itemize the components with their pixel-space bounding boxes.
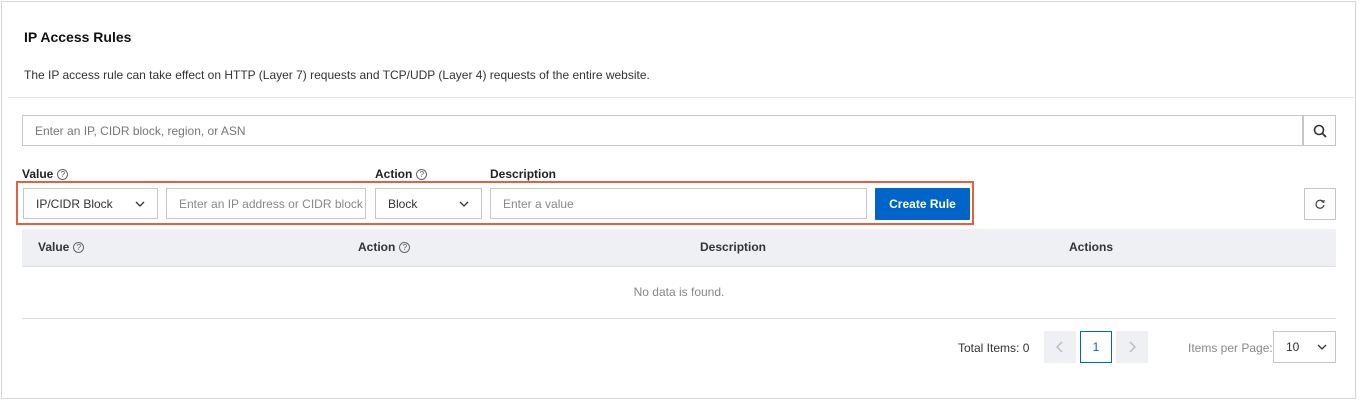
divider (8, 97, 1354, 98)
ip-address-input[interactable]: Enter an IP address or CIDR block (166, 188, 366, 219)
create-rule-button[interactable]: Create Rule (875, 188, 970, 220)
help-icon[interactable]: ? (399, 241, 411, 253)
help-icon[interactable]: ? (416, 168, 428, 180)
value-type-select[interactable]: IP/CIDR Block (23, 188, 158, 219)
chevron-down-icon (459, 201, 469, 207)
refresh-button[interactable] (1304, 188, 1336, 220)
chevron-down-icon (135, 201, 145, 207)
help-icon[interactable]: ? (73, 241, 85, 253)
description-label: Description (490, 167, 557, 181)
column-header-description: Description (700, 240, 767, 254)
description-input[interactable]: Enter a value (490, 188, 867, 219)
search-icon (1313, 124, 1327, 138)
empty-state: No data is found. (22, 266, 1336, 319)
search-button[interactable] (1303, 115, 1336, 146)
help-icon[interactable]: ? (57, 168, 69, 180)
next-page-button[interactable] (1116, 331, 1148, 363)
previous-page-button[interactable] (1044, 331, 1076, 363)
chevron-right-icon (1129, 341, 1136, 353)
refresh-icon (1315, 199, 1325, 209)
column-header-actions: Actions (1069, 240, 1114, 254)
page-title: IP Access Rules (24, 29, 132, 45)
search-placeholder: Enter an IP, CIDR block, region, or ASN (35, 123, 246, 138)
value-label: Value ? (22, 167, 69, 181)
items-per-page-label: Items per Page: (1188, 341, 1273, 355)
items-per-page-select[interactable]: 10 (1273, 331, 1336, 363)
action-select[interactable]: Block (375, 188, 482, 219)
column-header-action: Action ? (358, 240, 411, 254)
column-header-value: Value ? (38, 240, 85, 254)
action-label: Action ? (375, 167, 428, 181)
chevron-down-icon (1317, 344, 1327, 350)
page-description: The IP access rule can take effect on HT… (24, 68, 650, 82)
table-header: Value ? Action ? Description Actions (22, 229, 1336, 267)
page-button[interactable]: 1 (1080, 331, 1112, 363)
total-items: Total Items: 0 (958, 341, 1030, 355)
search-input[interactable]: Enter an IP, CIDR block, region, or ASN (22, 115, 1303, 146)
chevron-left-icon (1056, 341, 1063, 353)
